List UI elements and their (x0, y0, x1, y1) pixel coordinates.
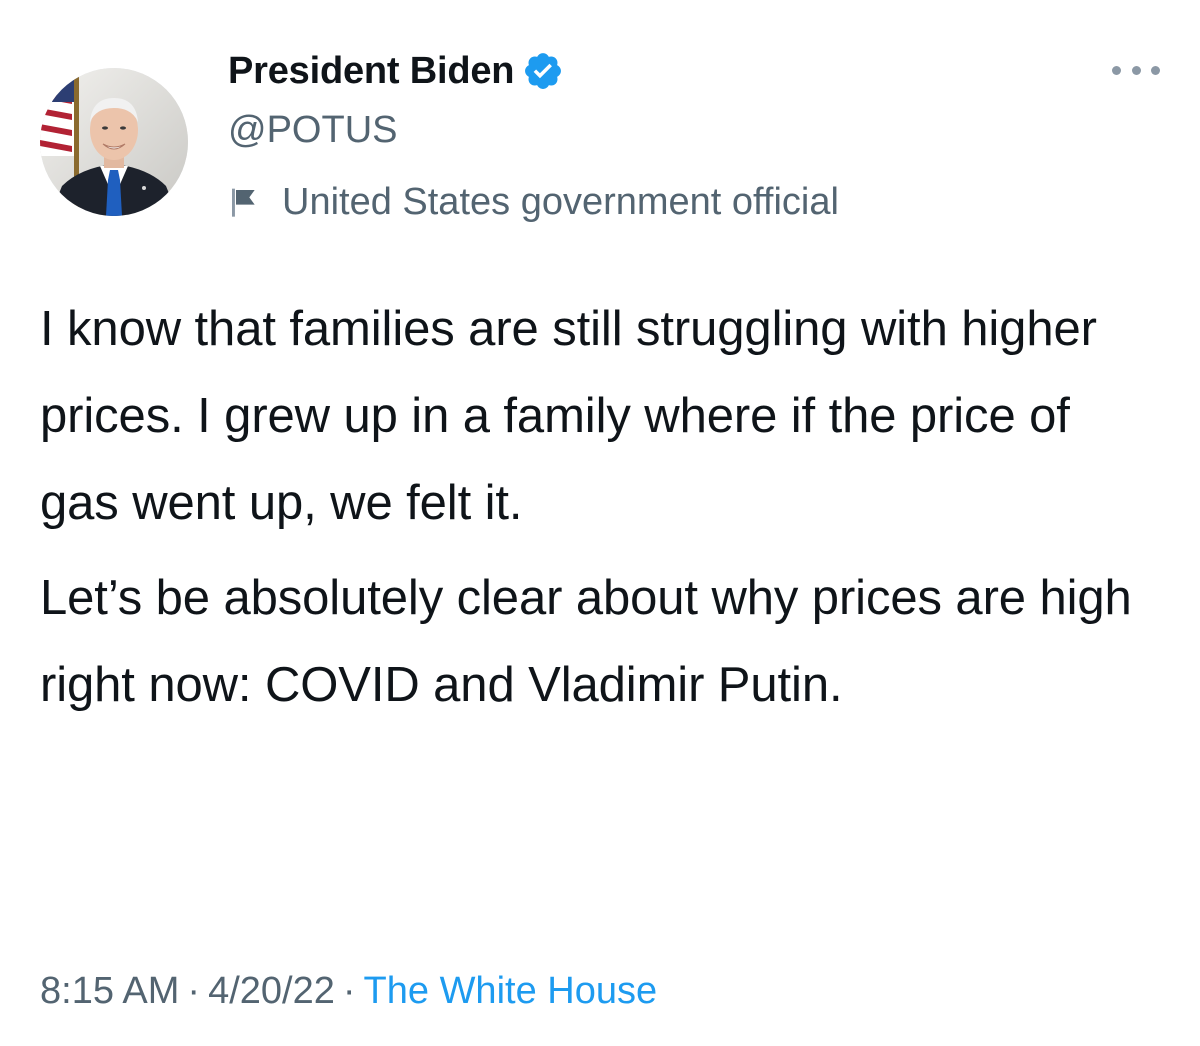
avatar[interactable] (40, 68, 188, 216)
tweet-source-link[interactable]: The White House (364, 970, 658, 1012)
handle[interactable]: @POTUS (228, 102, 839, 158)
tweet-body: I know that families are still strugglin… (40, 286, 1160, 729)
verified-badge-icon (525, 53, 562, 89)
more-dot (1151, 65, 1160, 75)
profile-photo-icon (40, 68, 188, 216)
flag-icon (232, 188, 255, 217)
tweet-time[interactable]: 8:15 AM (40, 970, 179, 1012)
tweet-paragraph: I know that families are still strugglin… (40, 302, 1097, 530)
tweet-card: President Biden @POTUS United States gov… (0, 0, 1200, 1046)
account-label[interactable]: United States government official (228, 178, 839, 226)
tweet-paragraph: Let’s be absolutely clear about why pric… (40, 571, 1132, 712)
tweet-metadata: 8:15 AM · 4/20/22 · The White House (40, 970, 657, 1013)
more-options-button[interactable] (1112, 58, 1160, 82)
more-dot (1131, 65, 1141, 75)
separator: · (342, 970, 356, 1012)
tweet-date[interactable]: 4/20/22 (208, 970, 335, 1012)
tweet-header: President Biden @POTUS United States gov… (228, 40, 839, 226)
name-row: President Biden (228, 40, 839, 102)
separator: · (187, 970, 201, 1012)
label-text: United States government official (282, 180, 839, 223)
more-horizontal-icon (1112, 65, 1121, 75)
display-name[interactable]: President Biden (228, 50, 514, 93)
